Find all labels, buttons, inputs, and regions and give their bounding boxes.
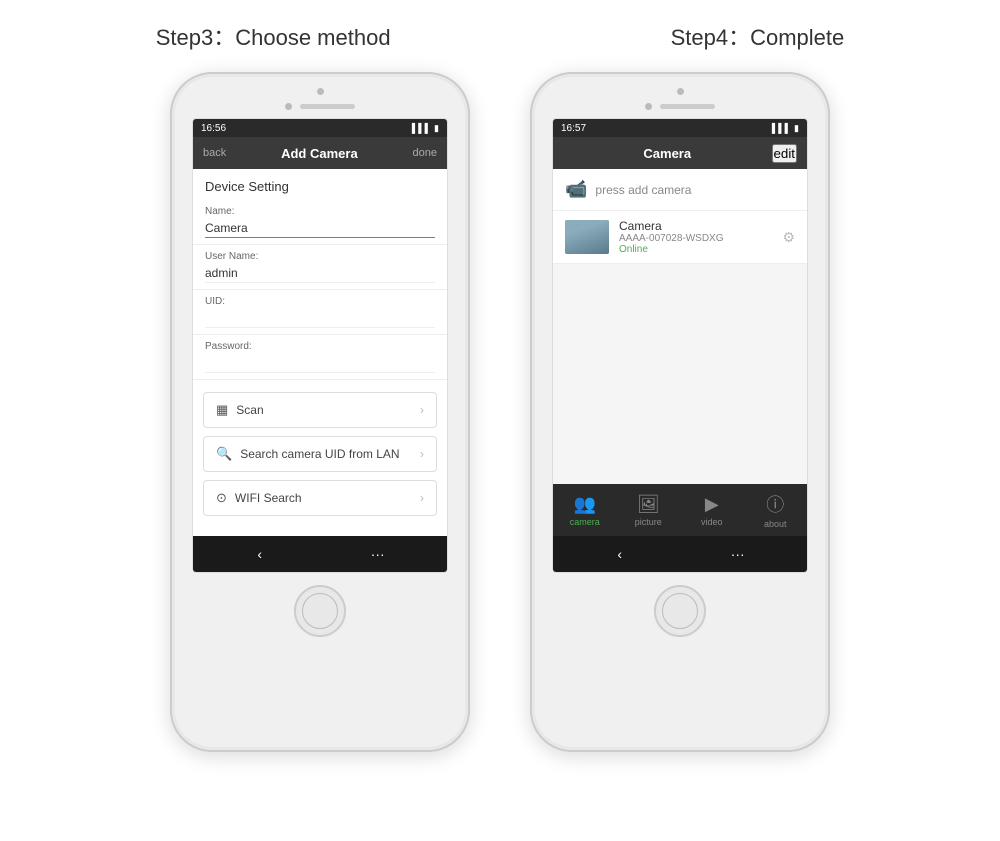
home-button-inner-3	[302, 593, 338, 629]
home-button-inner-4	[662, 593, 698, 629]
signal-3: ▌▌▌	[412, 123, 431, 133]
tab-about[interactable]: ⓘ about	[744, 491, 808, 529]
phone4-screen: 16:57 ▌▌▌ ▮ Camera edit 📹 press add came…	[552, 118, 808, 573]
phone3-bottom-bar: ‹ ···	[193, 536, 448, 572]
back-button[interactable]: back	[203, 147, 226, 159]
scan-label: Scan	[236, 403, 263, 417]
phone3-screen: 16:56 ▌▌▌ ▮ back Add Camera done Device …	[192, 118, 448, 573]
username-field: User Name:	[193, 245, 447, 290]
edit-button[interactable]: edit	[772, 144, 798, 163]
back-arrow-3[interactable]: ‹	[257, 546, 262, 562]
add-camera-row[interactable]: 📹 press add camera	[553, 169, 807, 211]
page-header: Step3：Choose method Step4：Complete	[0, 0, 1000, 62]
back-arrow-4[interactable]: ‹	[617, 546, 622, 562]
phone-step4: 16:57 ▌▌▌ ▮ Camera edit 📹 press add came…	[530, 72, 830, 752]
nav-title-3: Add Camera	[226, 146, 412, 161]
speaker-dot-left	[285, 103, 292, 110]
phone-step3: 16:56 ▌▌▌ ▮ back Add Camera done Device …	[170, 72, 470, 752]
password-field: Password:	[193, 335, 447, 380]
scan-icon: ▦	[216, 402, 228, 418]
scan-button[interactable]: ▦ Scan ›	[203, 392, 437, 428]
battery-4: ▮	[794, 123, 799, 134]
phone3-top	[172, 74, 468, 110]
device-setting-title: Device Setting	[193, 169, 447, 200]
camera-status: Online	[619, 244, 772, 255]
camera-dot	[317, 88, 324, 95]
signal-4: ▌▌▌	[772, 123, 791, 133]
phone4-bottom-bar: ‹ ···	[553, 536, 808, 572]
scan-chevron: ›	[420, 403, 424, 417]
time-4: 16:57	[561, 123, 586, 134]
status-icons-4: ▌▌▌ ▮	[772, 123, 799, 134]
tab-about-icon: ⓘ	[766, 491, 784, 517]
time-3: 16:56	[201, 123, 226, 134]
wifi-chevron: ›	[420, 491, 424, 505]
status-bar-3: 16:56 ▌▌▌ ▮	[193, 119, 447, 137]
password-label: Password:	[205, 341, 435, 352]
username-input[interactable]	[205, 264, 435, 283]
tab-picture[interactable]: 🖼 picture	[617, 494, 681, 527]
speaker-dot-left-4	[645, 103, 652, 110]
wifi-icon: ⊙	[216, 490, 227, 506]
tab-camera[interactable]: 👥 camera	[553, 494, 617, 527]
video-add-icon: 📹	[565, 179, 587, 200]
camera-name: Camera	[619, 219, 772, 233]
add-camera-label: press add camera	[595, 183, 691, 197]
camera-uid: AAAA-007028-WSDXG	[619, 233, 772, 244]
camera-info: Camera AAAA-007028-WSDXG Online	[619, 219, 772, 255]
uid-input[interactable]	[205, 309, 435, 328]
tab-picture-icon: 🖼	[637, 494, 660, 515]
name-label: Name:	[205, 206, 435, 217]
name-field: Name:	[193, 200, 447, 245]
settings-icon[interactable]: ⚙	[782, 229, 795, 246]
uid-label: UID:	[205, 296, 435, 307]
screen-spacer	[553, 264, 807, 484]
step3-label: Step3：Choose method	[156, 20, 391, 52]
status-icons-3: ▌▌▌ ▮	[412, 123, 439, 134]
password-input[interactable]	[205, 354, 435, 373]
camera-dot-4	[677, 88, 684, 95]
name-input[interactable]	[205, 219, 435, 238]
home-button-3[interactable]	[294, 585, 346, 637]
phone4-top	[532, 74, 828, 110]
camera-list-item[interactable]: Camera AAAA-007028-WSDXG Online ⚙	[553, 211, 807, 264]
tab-video-label: video	[701, 517, 723, 527]
search-lan-label: Search camera UID from LAN	[240, 447, 399, 461]
phones-container: 16:56 ▌▌▌ ▮ back Add Camera done Device …	[170, 62, 830, 762]
uid-field: UID:	[193, 290, 447, 335]
nav-bar-camera: Camera edit	[553, 137, 807, 169]
tab-video[interactable]: ▶ video	[680, 494, 744, 527]
methods-section: ▦ Scan › 🔍 Search camera UID from LAN ›	[193, 380, 447, 528]
nav-bar-3: back Add Camera done	[193, 137, 447, 169]
wifi-search-label: WIFI Search	[235, 491, 302, 505]
tab-about-label: about	[764, 519, 787, 529]
camera-thumbnail	[565, 220, 609, 254]
search-lan-chevron: ›	[420, 447, 424, 461]
tab-camera-icon: 👥	[574, 494, 596, 515]
search-icon: 🔍	[216, 446, 232, 462]
device-setting-content: Device Setting Name: User Name: UID: Pas…	[193, 169, 447, 536]
username-label: User Name:	[205, 251, 435, 262]
dots-3[interactable]: ···	[371, 546, 385, 562]
nav-title-4: Camera	[563, 146, 772, 161]
search-lan-button[interactable]: 🔍 Search camera UID from LAN ›	[203, 436, 437, 472]
battery-3: ▮	[434, 123, 439, 134]
tab-camera-label: camera	[570, 517, 600, 527]
phone-speaker-4	[660, 104, 715, 109]
phone-speaker	[300, 104, 355, 109]
tab-bar: 👥 camera 🖼 picture ▶ video ⓘ about	[553, 484, 807, 536]
done-button[interactable]: done	[413, 147, 437, 159]
step4-label: Step4：Complete	[671, 20, 845, 52]
camera-thumb-image	[565, 220, 609, 254]
tab-video-icon: ▶	[705, 494, 719, 515]
dots-4[interactable]: ···	[731, 546, 745, 562]
home-button-4[interactable]	[654, 585, 706, 637]
status-bar-4: 16:57 ▌▌▌ ▮	[553, 119, 807, 137]
wifi-search-button[interactable]: ⊙ WIFI Search ›	[203, 480, 437, 516]
tab-picture-label: picture	[635, 517, 662, 527]
